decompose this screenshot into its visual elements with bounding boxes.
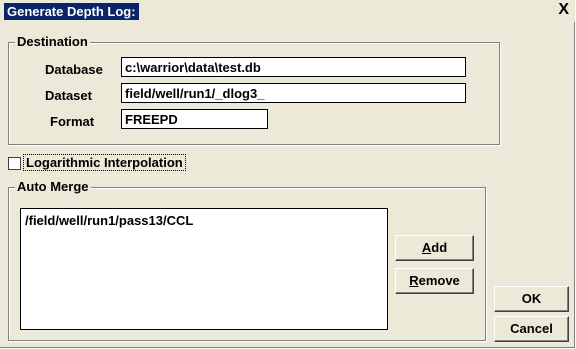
list-item[interactable]: /field/well/run1/pass13/CCL [25, 213, 193, 228]
cancel-button[interactable]: Cancel [494, 316, 569, 342]
add-button[interactable]: Add [395, 235, 474, 261]
remove-button-mnemonic: R [409, 273, 419, 288]
dialog-title: Generate Depth Log: [4, 3, 139, 20]
dataset-label: Dataset [45, 88, 92, 103]
generate-depth-log-dialog: Generate Depth Log: X Destination Databa… [0, 0, 575, 348]
close-icon[interactable]: X [558, 2, 569, 18]
remove-button[interactable]: Remove [395, 268, 474, 294]
remove-button-label: emove [418, 273, 460, 288]
ok-button[interactable]: OK [494, 286, 569, 312]
logarithmic-interpolation-checkbox[interactable] [8, 157, 21, 170]
add-button-mnemonic: A [421, 240, 432, 255]
title-bar: Generate Depth Log: X [0, 0, 575, 22]
database-label: Database [45, 62, 103, 77]
destination-legend: Destination [15, 34, 90, 49]
format-field[interactable] [121, 109, 268, 129]
add-button-label: dd [431, 240, 448, 255]
auto-merge-list[interactable]: /field/well/run1/pass13/CCL [20, 208, 388, 330]
dataset-field[interactable] [121, 83, 466, 103]
auto-merge-legend: Auto Merge [15, 179, 91, 194]
format-label: Format [50, 114, 95, 129]
database-field[interactable] [121, 57, 466, 77]
logarithmic-interpolation-label[interactable]: Logarithmic Interpolation [23, 154, 186, 171]
